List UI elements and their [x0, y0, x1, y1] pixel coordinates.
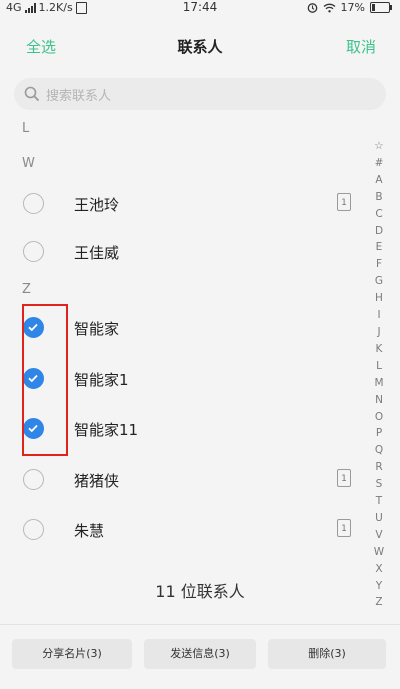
contact-row[interactable]: 朱慧 1: [0, 506, 365, 556]
contact-row[interactable]: 王池玲 1: [0, 180, 365, 230]
index-letter[interactable]: X: [375, 561, 382, 578]
index-letter[interactable]: U: [375, 510, 383, 527]
index-letter[interactable]: C: [375, 206, 382, 223]
contact-name: 朱慧: [74, 522, 105, 540]
index-letter[interactable]: O: [375, 409, 383, 426]
contact-name: 猪猪侠: [74, 472, 120, 490]
search-placeholder: 搜索联系人: [46, 88, 112, 104]
contact-name: 智能家: [74, 320, 120, 338]
index-letter[interactable]: D: [375, 223, 383, 240]
index-letter[interactable]: R: [375, 459, 382, 476]
select-checkbox[interactable]: [23, 519, 44, 540]
share-card-button[interactable]: 分享名片(3): [12, 639, 132, 669]
section-header-z: Z: [22, 282, 31, 297]
index-letter[interactable]: S: [376, 476, 383, 493]
contact-count: 11 位联系人: [155, 582, 245, 601]
index-letter[interactable]: A: [375, 172, 382, 189]
selection-highlight-box: [22, 304, 68, 456]
index-letter[interactable]: K: [376, 341, 383, 358]
sim-card-icon: 1: [337, 193, 351, 211]
index-letter[interactable]: I: [377, 307, 380, 324]
alarm-icon: [307, 3, 317, 13]
status-bar: 4G 1.2K/s 17:44 17%: [0, 0, 400, 16]
sim-card-icon: 1: [337, 519, 351, 537]
index-letter[interactable]: Q: [375, 442, 383, 459]
cancel-button[interactable]: 取消: [346, 36, 376, 57]
index-letter[interactable]: ☆: [374, 138, 383, 155]
wifi-icon: [323, 3, 335, 12]
bottom-action-bar: 分享名片(3) 发送信息(3) 删除(3): [0, 624, 400, 689]
section-header-w: W: [22, 156, 35, 171]
status-right: 17%: [307, 1, 392, 14]
send-message-button[interactable]: 发送信息(3): [144, 639, 256, 669]
battery-level: 17%: [340, 1, 365, 14]
search-input[interactable]: 搜索联系人: [14, 78, 386, 110]
contact-row[interactable]: 王佳威: [0, 228, 365, 278]
search-icon: [24, 86, 40, 102]
contact-name: 王池玲: [74, 196, 120, 214]
index-letter[interactable]: #: [375, 155, 384, 172]
select-checkbox[interactable]: [23, 241, 44, 262]
index-letter[interactable]: H: [375, 290, 383, 307]
index-letter[interactable]: T: [376, 493, 382, 510]
delete-button[interactable]: 删除(3): [268, 639, 386, 669]
index-letter[interactable]: W: [374, 544, 384, 561]
index-letter[interactable]: N: [375, 392, 383, 409]
index-letter[interactable]: F: [376, 256, 382, 273]
contact-name: 智能家11: [74, 421, 139, 439]
index-letter[interactable]: L: [376, 358, 382, 375]
battery-icon: [370, 2, 392, 13]
index-letter[interactable]: E: [376, 239, 383, 256]
select-checkbox[interactable]: [23, 193, 44, 214]
contact-row[interactable]: 猪猪侠 1: [0, 456, 365, 506]
index-letter[interactable]: G: [375, 273, 383, 290]
section-header-l: L: [22, 121, 30, 136]
index-letter[interactable]: P: [376, 425, 382, 442]
index-letter[interactable]: V: [375, 527, 382, 544]
index-letter[interactable]: M: [374, 375, 383, 392]
index-letter[interactable]: J: [377, 324, 380, 341]
contact-name: 智能家1: [74, 371, 129, 389]
page-title: 联系人: [177, 38, 223, 56]
select-checkbox[interactable]: [23, 469, 44, 490]
alphabet-index[interactable]: ☆ # A B C D E F G H I J K L M N O P Q R S T U V W X Y Z: [370, 138, 388, 611]
index-letter[interactable]: B: [375, 189, 382, 206]
contact-name: 王佳威: [74, 244, 120, 262]
sim-card-icon: 1: [337, 469, 351, 487]
header: 全选 联系人 取消: [0, 16, 400, 74]
